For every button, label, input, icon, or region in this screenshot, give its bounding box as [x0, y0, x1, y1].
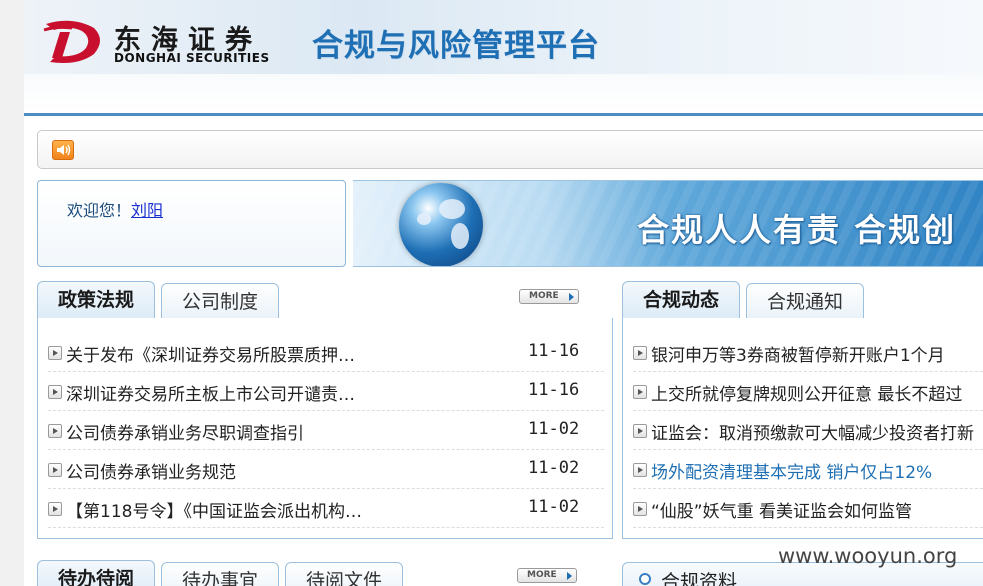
policy-list: 关于发布《深圳证券交易所股票质押… 11-16 深圳证券交易所主板上市公司开谴责… — [37, 318, 613, 539]
banner-slogan: 合规人人有责 合规创 — [637, 211, 957, 249]
notice-bar — [37, 130, 983, 169]
list-item[interactable]: 公司债券承销业务尽职调查指引 11-02 — [48, 411, 604, 450]
list-item-date: 11-16 — [528, 380, 580, 400]
list-item-title[interactable]: 场外配资清理基本完成 销户仅占12% — [651, 458, 932, 483]
bullet-arrow-icon — [48, 346, 62, 360]
compliance-panel: 合规动态 合规通知 银河申万等3券商被暂停新开账户1个月 上交所就停复牌规则公开… — [622, 281, 983, 539]
more-arrow-icon — [569, 293, 574, 301]
more-label: MORE — [527, 570, 557, 580]
bullet-arrow-icon — [633, 502, 647, 516]
list-item-date: 11-16 — [528, 341, 580, 361]
bullet-arrow-icon — [633, 424, 647, 438]
left-gutter — [0, 0, 24, 586]
bullet-arrow-icon — [48, 385, 62, 399]
tab-todo-items[interactable]: 待办事宜 — [161, 562, 279, 586]
tab-to-read-files[interactable]: 待阅文件 — [285, 562, 403, 586]
welcome-box: 欢迎您！刘阳 — [37, 180, 346, 267]
bullet-arrow-icon — [633, 463, 647, 477]
donghai-logo-icon — [43, 20, 100, 63]
tab-company-rules[interactable]: 公司制度 — [161, 283, 279, 319]
slogan-banner: 合规人人有责 合规创 — [353, 180, 983, 267]
list-item-title[interactable]: 公司债券承销业务规范 — [66, 458, 236, 483]
welcome-message: 欢迎您！刘阳 — [67, 197, 163, 221]
globe-continent — [451, 223, 469, 249]
tab-compliance-notices[interactable]: 合规通知 — [746, 283, 864, 319]
more-label: MORE — [529, 291, 559, 301]
tab-todo-read[interactable]: 待办待阅 — [37, 560, 155, 586]
list-item-title[interactable]: “仙股”妖气重 看美证监会如何监管 — [651, 497, 912, 522]
circle-bullet-icon — [639, 573, 651, 585]
company-logo[interactable]: 东海证券 DONGHAI SECURITIES — [42, 18, 302, 68]
list-item-title[interactable]: 公司债券承销业务尽职调查指引 — [66, 419, 304, 444]
list-item[interactable]: 场外配资清理基本完成 销户仅占12% — [633, 450, 983, 489]
list-item-title[interactable]: 上交所就停复牌规则公开征意 最长不超过 — [651, 380, 962, 405]
materials-title: 合规资料 — [661, 571, 738, 586]
list-item-date: 11-02 — [528, 497, 580, 517]
logo-english-name: DONGHAI SECURITIES — [114, 51, 270, 65]
tab-compliance-news[interactable]: 合规动态 — [622, 281, 740, 319]
globe-continent — [417, 213, 431, 225]
tab-policy-regulations[interactable]: 政策法规 — [37, 281, 155, 319]
more-button[interactable]: MORE — [517, 568, 577, 583]
header-divider — [24, 113, 983, 116]
list-item[interactable]: 关于发布《深圳证券交易所股票质押… 11-16 — [48, 333, 604, 372]
bullet-arrow-icon — [48, 424, 62, 438]
list-item[interactable]: 【第118号令】《中国证监会派出机构… 11-02 — [48, 489, 604, 528]
bullet-arrow-icon — [633, 385, 647, 399]
list-item-title[interactable]: 【第118号令】《中国证监会派出机构… — [66, 497, 362, 522]
todo-panel: 待办待阅 待办事宜 待阅文件 MORE — [37, 560, 613, 586]
compliance-list: 银河申万等3券商被暂停新开账户1个月 上交所就停复牌规则公开征意 最长不超过 证… — [622, 318, 983, 539]
list-item[interactable]: 上交所就停复牌规则公开征意 最长不超过 — [633, 372, 983, 411]
list-item[interactable]: 银河申万等3券商被暂停新开账户1个月 — [633, 333, 983, 372]
list-item[interactable]: 深圳证券交易所主板上市公司开谴责… 11-16 — [48, 372, 604, 411]
speaker-glyph-icon — [57, 144, 71, 156]
welcome-greeting: 欢迎您！ — [67, 201, 132, 220]
list-item-title[interactable]: 关于发布《深圳证券交易所股票质押… — [66, 341, 355, 366]
list-item[interactable]: 公司债券承销业务规范 11-02 — [48, 450, 604, 489]
speaker-icon[interactable] — [52, 140, 74, 160]
policy-panel: 政策法规 公司制度 MORE 关于发布《深圳证券交易所股票质押… 11-16 深… — [37, 281, 613, 539]
platform-title: 合规与风险管理平台 — [312, 28, 600, 64]
list-item-title[interactable]: 深圳证券交易所主板上市公司开谴责… — [66, 380, 355, 405]
globe-continent — [439, 199, 465, 219]
list-item-title[interactable]: 证监会：取消预缴款可大幅减少投资者打新 — [651, 419, 974, 444]
user-name-link[interactable]: 刘阳 — [131, 201, 163, 220]
more-arrow-icon — [567, 572, 572, 580]
list-item[interactable]: 证监会：取消预缴款可大幅减少投资者打新 — [633, 411, 983, 450]
list-item-title[interactable]: 银河申万等3券商被暂停新开账户1个月 — [651, 341, 945, 366]
list-item-date: 11-02 — [528, 458, 580, 478]
bullet-arrow-icon — [633, 346, 647, 360]
watermark: www.wooyun.org — [778, 544, 958, 568]
list-item-date: 11-02 — [528, 419, 580, 439]
bullet-arrow-icon — [48, 502, 62, 516]
list-item[interactable]: “仙股”妖气重 看美证监会如何监管 — [633, 489, 983, 528]
more-button[interactable]: MORE — [519, 289, 579, 304]
globe-icon — [399, 183, 483, 266]
bullet-arrow-icon — [48, 463, 62, 477]
